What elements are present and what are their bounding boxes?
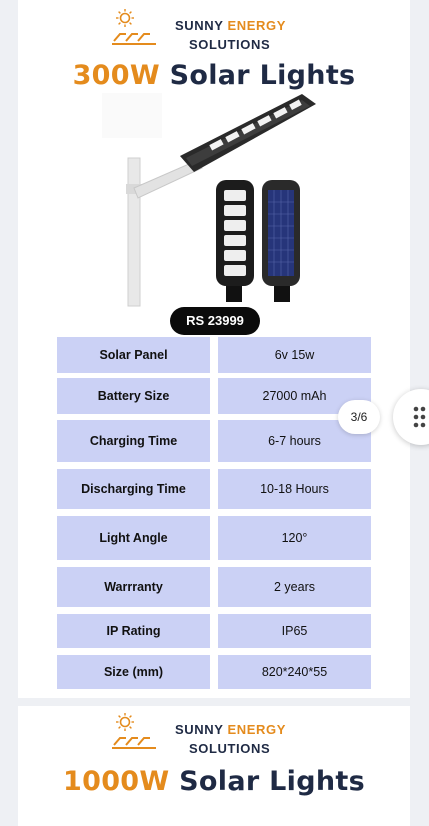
product-title: 300W Solar Lights bbox=[18, 60, 410, 91]
spec-label: Charging Time bbox=[57, 420, 210, 462]
spec-row-charging-time: Charging Time 6-7 hours bbox=[57, 420, 371, 462]
product-image bbox=[102, 93, 316, 307]
spec-row-ip-rating: IP Rating IP65 bbox=[57, 614, 371, 648]
title-wattage: 1000W bbox=[63, 766, 170, 797]
spec-value: 820*240*55 bbox=[218, 655, 371, 689]
product-card-next: SUNNY ENERGY SOLUTIONS 1000W Solar Light… bbox=[18, 706, 410, 826]
spec-row-size: Size (mm) 820*240*55 bbox=[57, 655, 371, 689]
grid-dots-icon bbox=[413, 406, 426, 428]
spec-value: 10-18 Hours bbox=[218, 469, 371, 509]
spec-value: 2 years bbox=[218, 567, 371, 607]
brand-word-sunny: SUNNY bbox=[175, 722, 224, 737]
brand-name-line2: SOLUTIONS bbox=[189, 37, 271, 52]
image-counter: 3/6 bbox=[338, 400, 380, 434]
brand-word-energy: ENERGY bbox=[227, 722, 287, 737]
brand-word-sunny: SUNNY bbox=[175, 18, 224, 33]
title-wattage: 300W bbox=[72, 60, 160, 91]
brand-logo: SUNNY ENERGY SOLUTIONS bbox=[110, 712, 300, 764]
sun-logo-icon bbox=[112, 713, 156, 749]
spec-row-solar-panel: Solar Panel 6v 15w bbox=[57, 337, 371, 373]
spec-label: Battery Size bbox=[57, 378, 210, 414]
spec-row-discharging-time: Discharging Time 10-18 Hours bbox=[57, 469, 371, 509]
spec-row-warranty: Warrranty 2 years bbox=[57, 567, 371, 607]
spec-label: Solar Panel bbox=[57, 337, 210, 373]
spec-label: Size (mm) bbox=[57, 655, 210, 689]
spec-row-battery-size: Battery Size 27000 mAh bbox=[57, 378, 371, 414]
product-card: SUNNY ENERGY SOLUTIONS 300W Solar Lights bbox=[18, 0, 410, 698]
spec-label: Discharging Time bbox=[57, 469, 210, 509]
product-title: 1000W Solar Lights bbox=[18, 766, 410, 797]
title-lights: Lights bbox=[269, 766, 365, 797]
brand-word-energy: ENERGY bbox=[227, 18, 287, 33]
brand-name-line1: SUNNY ENERGY bbox=[175, 18, 286, 33]
brand-name-line2: SOLUTIONS bbox=[189, 741, 271, 756]
price-badge: RS 23999 bbox=[170, 307, 260, 335]
spec-label: Warrranty bbox=[57, 567, 210, 607]
title-lights: Lights bbox=[259, 60, 356, 91]
spec-label: Light Angle bbox=[57, 516, 210, 560]
spec-value: IP65 bbox=[218, 614, 371, 648]
brand-name-line1: SUNNY ENERGY bbox=[175, 722, 286, 737]
title-solar: Solar bbox=[169, 60, 250, 91]
sun-logo-icon bbox=[112, 9, 156, 45]
spec-label: IP Rating bbox=[57, 614, 210, 648]
title-solar: Solar bbox=[179, 766, 260, 797]
spec-row-light-angle: Light Angle 120° bbox=[57, 516, 371, 560]
gallery-grid-button[interactable] bbox=[393, 389, 429, 445]
spec-value: 6v 15w bbox=[218, 337, 371, 373]
brand-logo: SUNNY ENERGY SOLUTIONS bbox=[110, 8, 300, 60]
spec-value: 120° bbox=[218, 516, 371, 560]
